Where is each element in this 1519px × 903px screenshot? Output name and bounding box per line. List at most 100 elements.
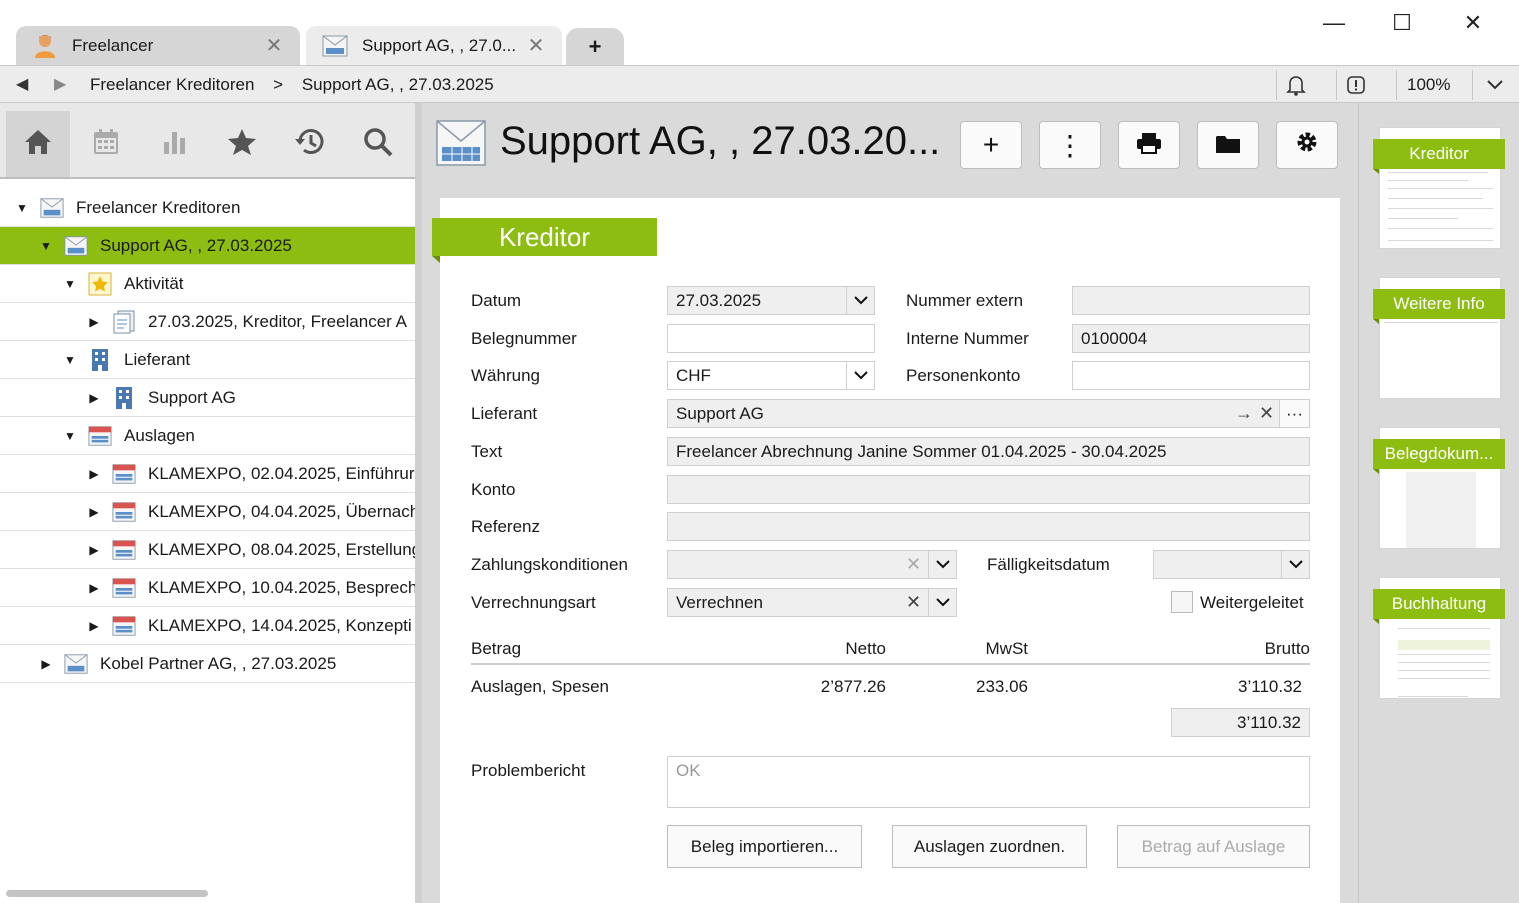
breadcrumb-item[interactable]: Support AG, , 27.03.2025: [302, 75, 494, 94]
verrechnungsart-select[interactable]: Verrechnen ✕: [667, 588, 957, 617]
waehrung-select[interactable]: CHF: [667, 361, 875, 390]
calendar-button[interactable]: [74, 111, 138, 177]
add-button[interactable]: +: [960, 121, 1022, 169]
search-button[interactable]: [346, 111, 410, 177]
panel-splitter[interactable]: [415, 103, 422, 903]
expand-icon[interactable]: ▶: [86, 315, 102, 329]
expand-icon[interactable]: ▶: [86, 467, 102, 481]
expand-icon[interactable]: ▶: [86, 391, 102, 405]
referenz-field[interactable]: [667, 512, 1310, 541]
minimize-button[interactable]: —: [1314, 8, 1354, 38]
collapse-icon[interactable]: ▼: [62, 277, 78, 291]
bell-icon[interactable]: [1284, 72, 1308, 98]
horizontal-scrollbar[interactable]: [6, 890, 208, 897]
expand-icon[interactable]: ▶: [86, 619, 102, 633]
chevron-down-icon[interactable]: [1484, 72, 1506, 98]
print-button[interactable]: [1118, 121, 1180, 169]
auslagen-zuordnen-button[interactable]: Auslagen zuordnen.: [892, 825, 1087, 868]
problembericht-field[interactable]: OK: [667, 756, 1310, 808]
back-arrow-icon[interactable]: ◀: [16, 74, 28, 94]
expand-icon[interactable]: ▶: [38, 657, 54, 671]
interne-nummer-field[interactable]: 0100004: [1072, 324, 1310, 353]
close-window-button[interactable]: ✕: [1453, 8, 1493, 38]
collapse-icon[interactable]: ▼: [38, 239, 54, 253]
close-icon[interactable]: ✕: [262, 33, 286, 58]
clear-icon[interactable]: ✕: [906, 589, 921, 616]
settings-button[interactable]: [1276, 121, 1338, 169]
clear-icon[interactable]: ✕: [1259, 400, 1274, 427]
zahlungskonditionen-select[interactable]: ✕: [667, 550, 957, 579]
weitergeleitet-checkbox[interactable]: [1171, 591, 1193, 613]
interne-nummer-label: Interne Nummer: [906, 329, 1029, 348]
tree-item[interactable]: ▶ KLAMEXPO, 04.04.2025, Übernach: [0, 493, 415, 531]
text-field[interactable]: Freelancer Abrechnung Janine Sommer 01.0…: [667, 437, 1310, 466]
zoom-level[interactable]: 100%: [1407, 75, 1450, 95]
faelligkeitsdatum-field[interactable]: [1153, 550, 1310, 579]
side-tab-kreditor[interactable]: Kreditor: [1373, 139, 1505, 169]
tree-item[interactable]: ▼ Auslagen: [0, 417, 415, 455]
tree-item[interactable]: ▼ Support AG, , 27.03.2025: [0, 227, 415, 265]
beleg-importieren-button[interactable]: Beleg importieren...: [667, 825, 862, 868]
belegnummer-field[interactable]: [667, 324, 875, 353]
folder-icon: [1215, 129, 1241, 161]
statistics-button[interactable]: [142, 111, 206, 177]
chevron-down-icon[interactable]: [846, 362, 874, 389]
breadcrumb-separator: >: [273, 75, 284, 94]
alert-icon[interactable]: [1344, 72, 1368, 98]
side-tab-buchhaltung[interactable]: Buchhaltung: [1373, 589, 1505, 619]
tree-item-label: KLAMEXPO, 10.04.2025, Besprech: [148, 577, 415, 597]
netto-header: Netto: [845, 639, 886, 658]
tree-item[interactable]: ▼ Aktivität: [0, 265, 415, 303]
ellipsis-icon[interactable]: ···: [1279, 400, 1309, 427]
nummer-extern-label: Nummer extern: [906, 291, 1024, 310]
collapse-icon[interactable]: ▼: [14, 201, 30, 215]
betrag-auf-auslage-button[interactable]: Betrag auf Auslage: [1117, 825, 1310, 868]
arrow-right-icon[interactable]: →: [1235, 400, 1253, 427]
tree-item[interactable]: ▶ Kobel Partner AG, , 27.03.2025: [0, 645, 415, 683]
collapse-icon[interactable]: ▼: [62, 353, 78, 367]
folder-button[interactable]: [1197, 121, 1259, 169]
betrag-header: Betrag: [471, 639, 522, 658]
tab-freelancer[interactable]: Freelancer ✕: [16, 26, 300, 65]
waehrung-value: CHF: [676, 366, 711, 385]
personenkonto-label: Personenkonto: [906, 366, 1021, 385]
tree-item[interactable]: ▶ KLAMEXPO, 14.04.2025, Konzepti: [0, 607, 415, 645]
chevron-down-icon[interactable]: [846, 287, 874, 314]
mwst-header: MwSt: [985, 639, 1029, 658]
more-options-button[interactable]: ⋮: [1039, 121, 1101, 169]
favorites-button[interactable]: [210, 111, 274, 177]
personenkonto-field[interactable]: [1072, 361, 1310, 390]
collapse-icon[interactable]: ▼: [62, 429, 78, 443]
verrechnungsart-value: Verrechnen: [676, 593, 763, 612]
konto-field[interactable]: [667, 475, 1310, 504]
tree-item[interactable]: ▶ Support AG: [0, 379, 415, 417]
datum-field[interactable]: 27.03.2025: [667, 286, 875, 315]
tree-item[interactable]: ▶ KLAMEXPO, 02.04.2025, Einführur: [0, 455, 415, 493]
tab-support-ag[interactable]: Support AG, , 27.0... ✕: [306, 26, 562, 65]
forward-arrow-icon[interactable]: ▶: [54, 74, 66, 94]
clear-icon[interactable]: ✕: [906, 551, 921, 578]
expand-icon[interactable]: ▶: [86, 581, 102, 595]
tree-item[interactable]: ▼ Freelancer Kreditoren: [0, 189, 415, 227]
add-tab-button[interactable]: +: [566, 28, 624, 65]
home-button[interactable]: [6, 111, 70, 177]
breadcrumb-item[interactable]: Freelancer Kreditoren: [90, 75, 254, 94]
expense-icon: [112, 462, 136, 486]
close-icon[interactable]: ✕: [524, 33, 548, 58]
chevron-down-icon[interactable]: [928, 589, 956, 616]
nummer-extern-field[interactable]: [1072, 286, 1310, 315]
lieferant-field[interactable]: Support AG → ✕ ···: [667, 399, 1310, 428]
history-button[interactable]: [278, 111, 342, 177]
side-tab-weitere-info[interactable]: Weitere Info: [1373, 289, 1505, 319]
tree-item[interactable]: ▶ KLAMEXPO, 10.04.2025, Besprech: [0, 569, 415, 607]
chevron-down-icon[interactable]: [1281, 551, 1309, 578]
netto-value: 2’877.26: [820, 677, 886, 696]
maximize-button[interactable]: ☐: [1382, 8, 1422, 38]
tree-item[interactable]: ▶ 27.03.2025, Kreditor, Freelancer A: [0, 303, 415, 341]
chevron-down-icon[interactable]: [928, 551, 956, 578]
side-tab-belegdokument[interactable]: Belegdokum...: [1373, 439, 1505, 469]
tree-item[interactable]: ▶ KLAMEXPO, 08.04.2025, Erstellung: [0, 531, 415, 569]
expand-icon[interactable]: ▶: [86, 543, 102, 557]
expand-icon[interactable]: ▶: [86, 505, 102, 519]
tree-item[interactable]: ▼ Lieferant: [0, 341, 415, 379]
